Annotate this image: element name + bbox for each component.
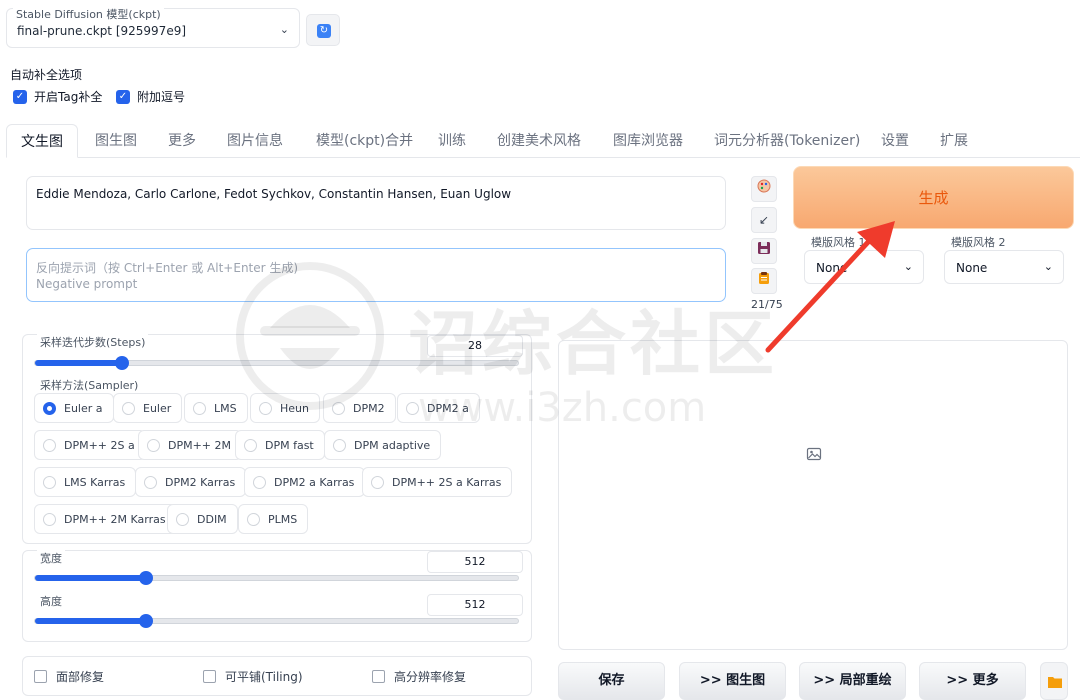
annotation-arrow-icon	[765, 221, 895, 353]
